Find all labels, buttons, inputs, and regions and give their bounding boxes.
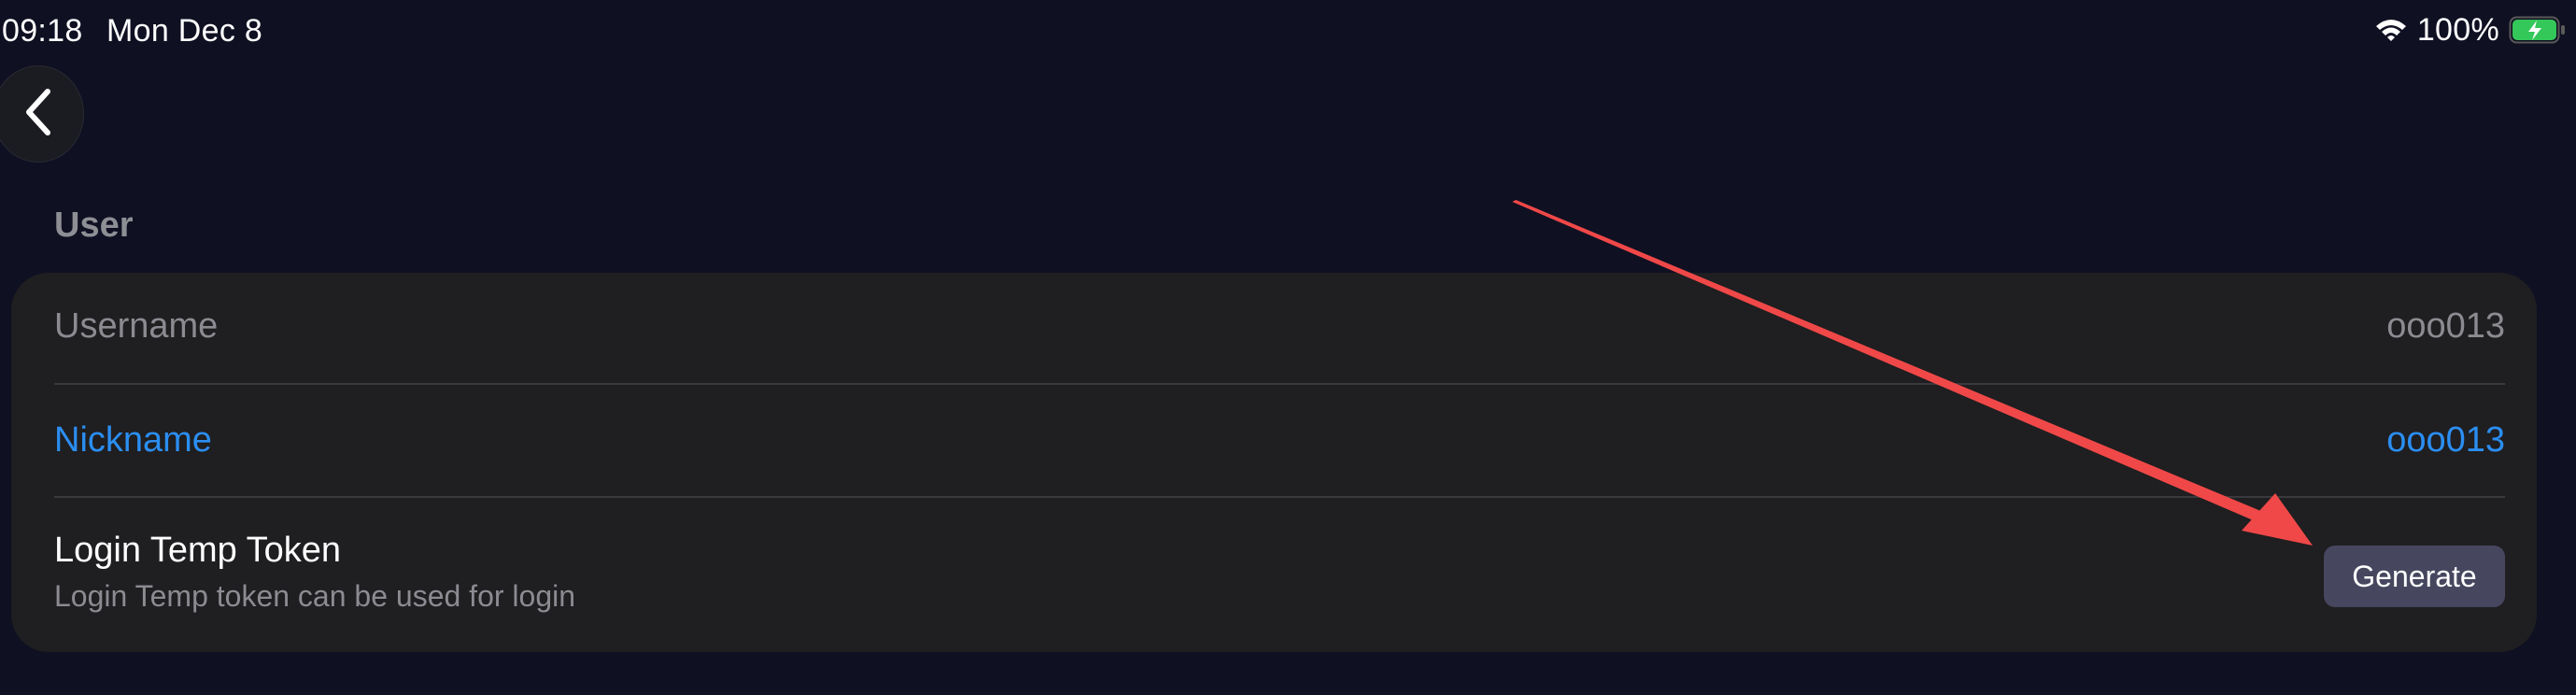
username-row: Username ooo013 [54,306,2505,353]
battery-charging-icon [2509,16,2567,44]
status-time: 09:18 [2,13,83,49]
divider [54,496,2505,498]
nickname-value[interactable]: ooo013 [2386,420,2505,461]
generate-button[interactable]: Generate [2324,546,2505,607]
back-button[interactable] [0,65,84,163]
username-label: Username [54,306,219,346]
section-title: User [54,206,134,245]
nickname-row[interactable]: Nickname ooo013 [54,420,2505,467]
status-indicators: 100% [2374,9,2567,50]
login-temp-token-title: Login Temp Token [54,531,342,570]
settings-screen: 09:18 Mon Dec 8 100% User Username ooo01… [0,0,2576,695]
wifi-icon [2374,17,2408,43]
divider [54,383,2505,385]
login-temp-token-subtitle: Login Temp token can be used for login [54,579,576,613]
chevron-left-icon [20,86,57,143]
status-bar: 09:18 Mon Dec 8 100% [0,9,2576,50]
username-value: ooo013 [2386,306,2505,346]
battery-percent: 100% [2416,11,2499,48]
nickname-label[interactable]: Nickname [54,420,212,461]
user-settings-card: Username ooo013 Nickname ooo013 Login Te… [11,273,2537,652]
login-temp-token-row: Login Temp Token Login Temp token can be… [54,531,2505,633]
status-date: Mon Dec 8 [106,13,263,49]
